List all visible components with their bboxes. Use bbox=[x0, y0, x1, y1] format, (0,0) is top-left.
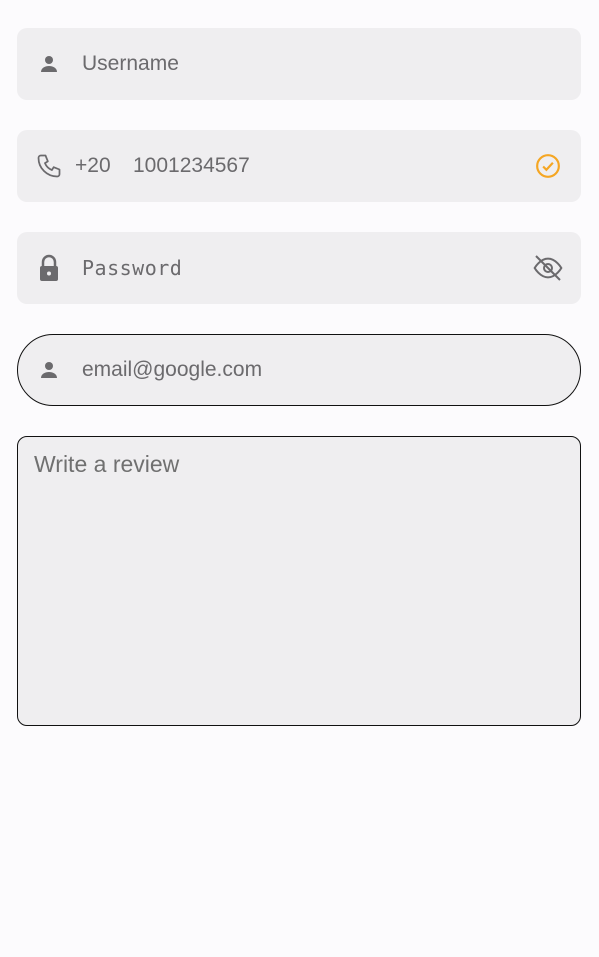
username-field[interactable]: Username bbox=[17, 28, 581, 100]
email-value[interactable]: email@google.com bbox=[82, 358, 262, 382]
username-placeholder: Username bbox=[82, 52, 179, 75]
check-circle-icon bbox=[535, 153, 561, 179]
person-icon bbox=[37, 358, 61, 382]
eye-off-icon[interactable] bbox=[532, 252, 564, 284]
email-field[interactable]: email@google.com bbox=[17, 334, 581, 406]
country-code[interactable]: +20 bbox=[75, 154, 111, 178]
review-textarea[interactable] bbox=[34, 451, 570, 715]
password-field[interactable]: Password bbox=[17, 232, 581, 304]
password-placeholder: Password bbox=[82, 256, 183, 280]
review-field[interactable] bbox=[17, 436, 581, 726]
lock-icon bbox=[37, 254, 61, 282]
phone-number[interactable]: 1001234567 bbox=[133, 154, 250, 178]
phone-icon bbox=[35, 152, 63, 180]
phone-field[interactable]: +20 1001234567 bbox=[17, 130, 581, 202]
person-icon bbox=[37, 52, 61, 76]
